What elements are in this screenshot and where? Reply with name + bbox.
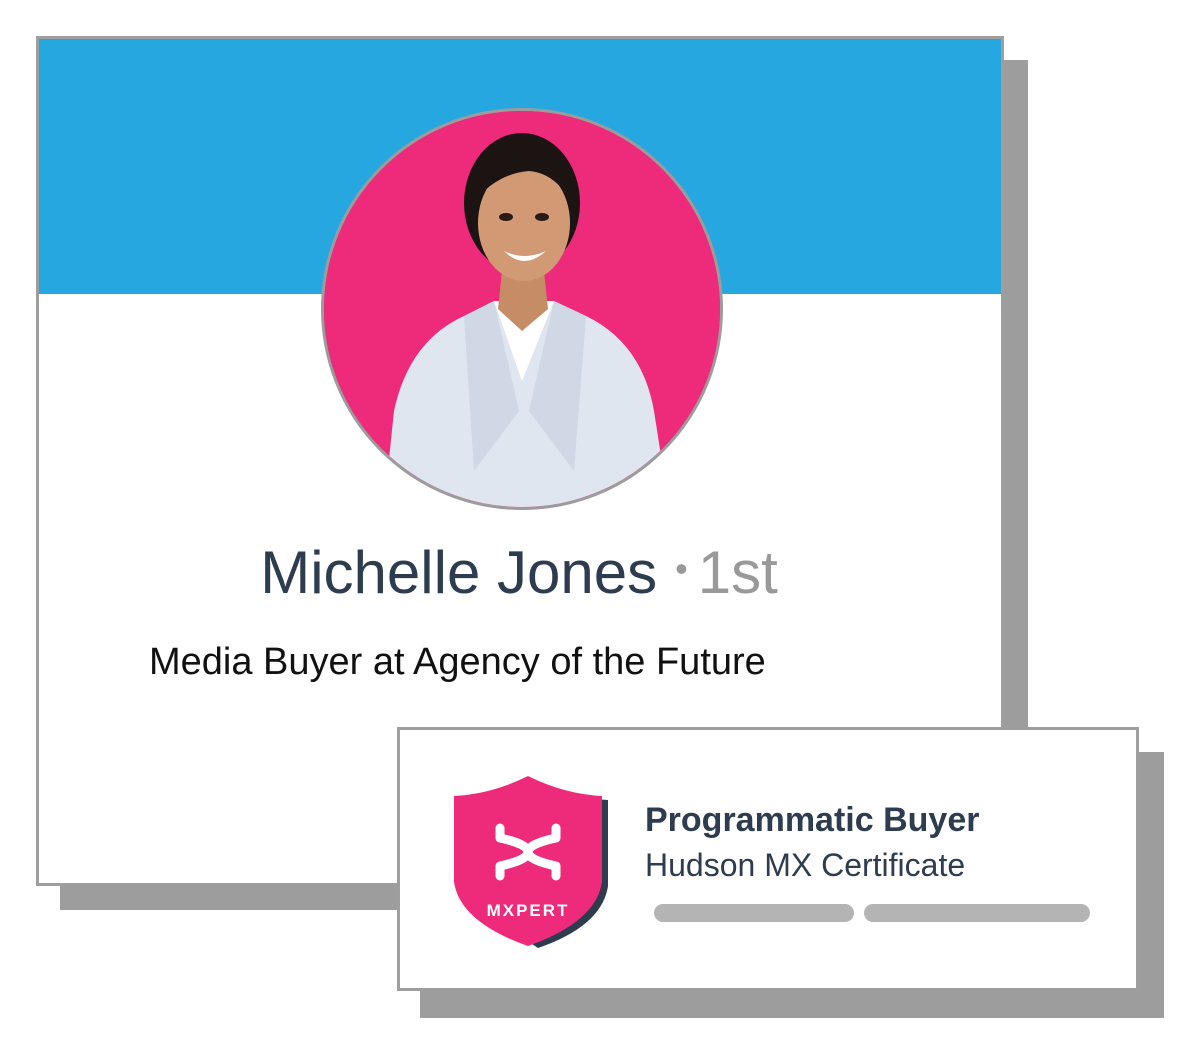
profile-preview: Michelle Jones • 1st Media Buyer at Agency… (0, 0, 1200, 1053)
certificate-title: Programmatic Buyer (645, 801, 980, 839)
certificate-issuer: Hudson MX Certificate (645, 847, 966, 883)
placeholder-bar (654, 904, 854, 922)
shield-icon: MXPERT (454, 776, 608, 948)
badge-label: MXPERT (487, 901, 570, 920)
avatar-photo (324, 111, 720, 507)
name-separator: • (675, 548, 688, 589)
connection-degree: 1st (697, 539, 778, 606)
avatar[interactable] (321, 108, 723, 510)
profile-name[interactable]: Michelle Jones (260, 539, 657, 606)
certificate-card[interactable]: MXPERT Programmatic Buyer Hudson MX Cert… (397, 727, 1139, 991)
profile-name-line: Michelle Jones • 1st (39, 531, 999, 611)
profile-headline: Media Buyer at Agency of the Future (149, 641, 766, 683)
placeholder-bar (864, 904, 1090, 922)
